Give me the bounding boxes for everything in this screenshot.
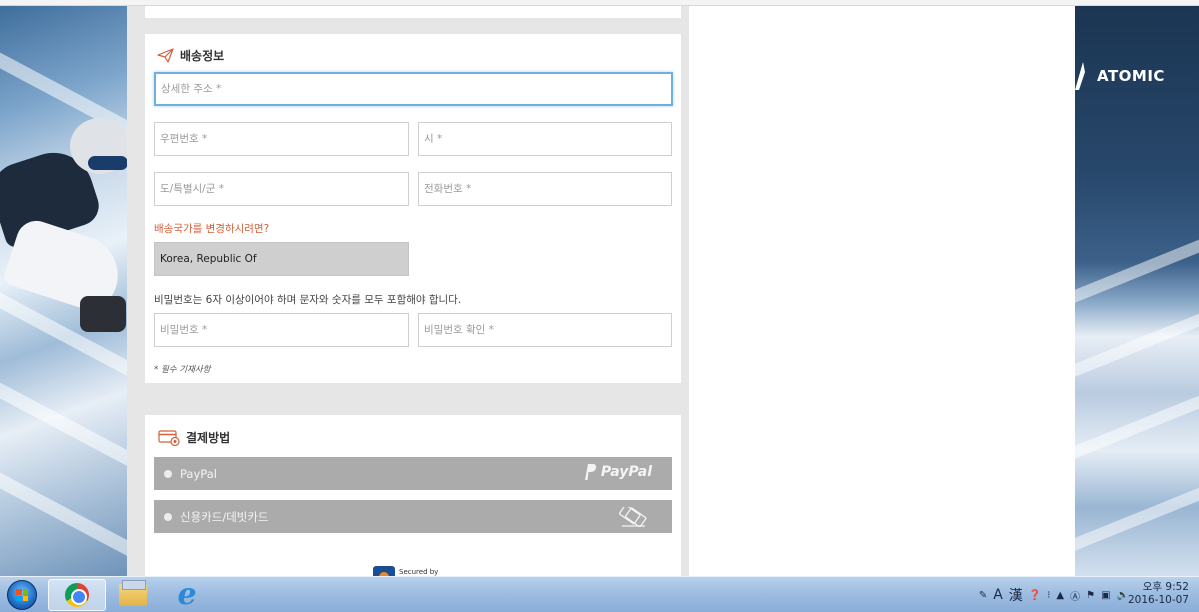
chrome-icon	[65, 583, 89, 607]
credit-card-icon	[618, 507, 647, 527]
password-input[interactable]	[154, 313, 409, 347]
atomic-a-icon	[1075, 62, 1085, 90]
phone-input[interactable]	[418, 172, 672, 206]
action-center-flag-icon[interactable]: ⚑	[1086, 590, 1095, 601]
brand-name: ATOMIC	[1097, 67, 1165, 85]
internet-explorer-icon: e	[177, 577, 197, 612]
windows-logo-icon	[7, 580, 37, 610]
previous-section-card	[145, 6, 681, 18]
atomic-logo[interactable]: ATOMIC	[1075, 62, 1165, 90]
province-input[interactable]	[154, 172, 409, 206]
paypal-logo: PayPal	[583, 463, 652, 481]
taskbar: e ✎ A 漢 ❓ ⁝ ▲ Ⓐ ⚑ ▣ 🔈 오후 9:52 2016-10-07	[0, 576, 1199, 612]
paypal-icon	[584, 464, 597, 480]
background-image-left	[0, 6, 127, 576]
payment-option-label: PayPal	[180, 466, 217, 481]
show-hidden-icons-icon[interactable]: ▲	[1056, 590, 1064, 601]
payment-header: 결제방법	[158, 429, 230, 446]
secured-by-text: Secured by	[399, 568, 439, 576]
card-payment-icon	[158, 429, 180, 446]
language-bar-icon[interactable]: ✎	[979, 590, 987, 601]
address-input[interactable]	[154, 72, 673, 106]
radio-dot-icon[interactable]	[164, 469, 172, 478]
payment-option-label: 신용카드/데빗카드	[180, 509, 269, 524]
payment-title: 결제방법	[186, 431, 231, 445]
taskbar-file-explorer[interactable]	[104, 579, 162, 611]
country-field: Korea, Republic Of	[154, 242, 409, 276]
taskbar-chrome[interactable]	[48, 579, 106, 611]
ime-hanja-indicator[interactable]: 漢	[1009, 585, 1023, 605]
taskbar-internet-explorer[interactable]: e	[158, 579, 216, 611]
city-input[interactable]	[418, 122, 672, 156]
payment-option-paypal[interactable]: PayPal PayPal	[154, 457, 672, 490]
start-button[interactable]	[2, 578, 42, 612]
radio-dot-icon[interactable]	[164, 512, 172, 521]
shipping-header: 배송정보	[157, 47, 224, 64]
postal-code-input[interactable]	[154, 122, 409, 156]
change-country-link[interactable]: 배송국가를 변경하시려면?	[154, 221, 269, 236]
network-icon[interactable]: ▣	[1101, 590, 1110, 601]
credit-card-logo	[618, 507, 648, 527]
clock-date: 2016-10-07	[1127, 594, 1189, 606]
payment-option-credit-card[interactable]: 신용카드/데빗카드	[154, 500, 672, 533]
system-tray: ✎ A 漢 ❓ ⁝ ▲ Ⓐ ⚑ ▣ 🔈	[979, 585, 1129, 605]
ime-mode-indicator[interactable]: A	[993, 587, 1003, 603]
password-requirement-note: 비밀번호는 6자 이상이어야 하며 문자와 숫자를 모두 포함해야 합니다.	[154, 294, 462, 306]
background-image-right	[1075, 6, 1199, 576]
font-tray-icon[interactable]: Ⓐ	[1070, 588, 1080, 603]
folder-icon	[119, 580, 147, 606]
paper-plane-icon	[157, 48, 174, 63]
clock-time: 오후 9:52	[1142, 581, 1189, 593]
shipping-title: 배송정보	[180, 49, 225, 63]
paypal-logo-text: PayPal	[600, 464, 652, 480]
clock[interactable]: 오후 9:52 2016-10-07	[1128, 581, 1189, 607]
password-confirm-input[interactable]	[418, 313, 672, 347]
required-fields-note: * 필수 기재사항	[154, 365, 211, 375]
ime-options-icon[interactable]: ⁝	[1047, 590, 1050, 601]
help-icon[interactable]: ❓	[1029, 590, 1041, 601]
